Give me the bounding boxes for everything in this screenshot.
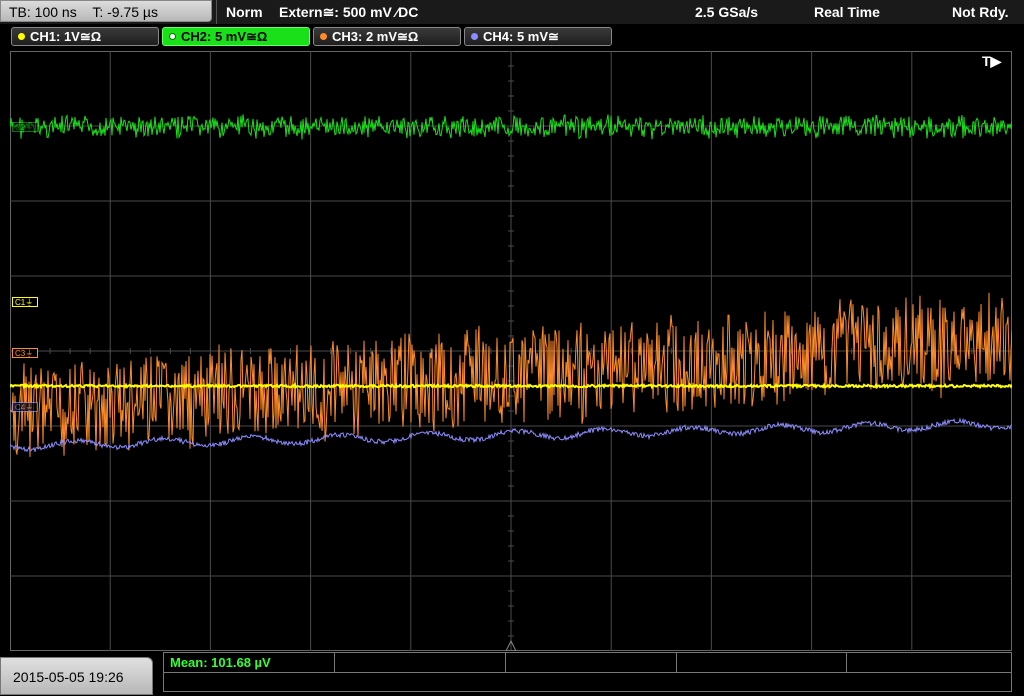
acquisition-mode[interactable]: Real Time — [814, 0, 880, 24]
datetime-box: 2015-05-05 19:26 — [0, 657, 153, 695]
ch1-dot-icon — [18, 33, 25, 40]
measurement-panel: Mean: 101.68 µV — [163, 652, 1012, 692]
trigger-source[interactable]: Extern≅: 500 mV ⁄DC — [279, 0, 418, 24]
ch2-ground-marker[interactable]: C2⏚ — [12, 122, 38, 132]
channel-tab-ch1[interactable]: CH1: 1V≅Ω — [11, 27, 159, 46]
channel-tab-ch2[interactable]: CH2: 5 mV≅Ω — [162, 27, 310, 46]
ch2-dot-icon — [169, 33, 176, 40]
status-bar: TB: 100 ns T: -9.75 µs Norm Extern≅: 500… — [0, 0, 1024, 24]
measurement-divider — [164, 672, 1011, 673]
measurement-cell[interactable] — [847, 653, 1011, 672]
trigger-indicator: T▶ — [982, 53, 1002, 69]
trigger-state: Not Rdy. — [952, 4, 1009, 20]
waveform-svg — [10, 51, 1012, 651]
waveform-display[interactable] — [10, 51, 1012, 651]
ch4-dot-icon — [471, 33, 478, 40]
measurement-cell[interactable] — [335, 653, 506, 672]
ch3-ground-marker[interactable]: C3⏚ — [12, 348, 38, 358]
channel-tab-ch4[interactable]: CH4: 5 mV≅ — [464, 27, 612, 46]
channel-tab-ch3[interactable]: CH3: 2 mV≅Ω — [313, 27, 461, 46]
measurement-cell[interactable] — [677, 653, 847, 672]
timebase-box[interactable]: TB: 100 ns T: -9.75 µs — [0, 0, 212, 22]
timebase-label: TB: 100 ns — [9, 4, 77, 20]
mean-measurement: Mean: 101.68 µV — [170, 655, 271, 670]
measurement-cell[interactable] — [506, 653, 677, 672]
channel-bar: CH1: 1V≅Ω CH2: 5 mV≅Ω CH3: 2 mV≅Ω CH4: 5… — [0, 24, 1024, 50]
measurement-cell[interactable]: Mean: 101.68 µV — [164, 653, 335, 672]
trigger-time-label: T: -9.75 µs — [92, 4, 158, 20]
ch1-ground-marker[interactable]: C1⏚ — [12, 297, 38, 307]
ch1-waveform — [10, 382, 1012, 390]
trigger-mode[interactable]: Norm — [226, 0, 263, 24]
sample-rate: 2.5 GSa/s — [695, 4, 759, 20]
ch4-ground-marker[interactable]: C4⏚ — [12, 402, 38, 412]
ch3-dot-icon — [320, 33, 327, 40]
divider — [216, 0, 217, 24]
